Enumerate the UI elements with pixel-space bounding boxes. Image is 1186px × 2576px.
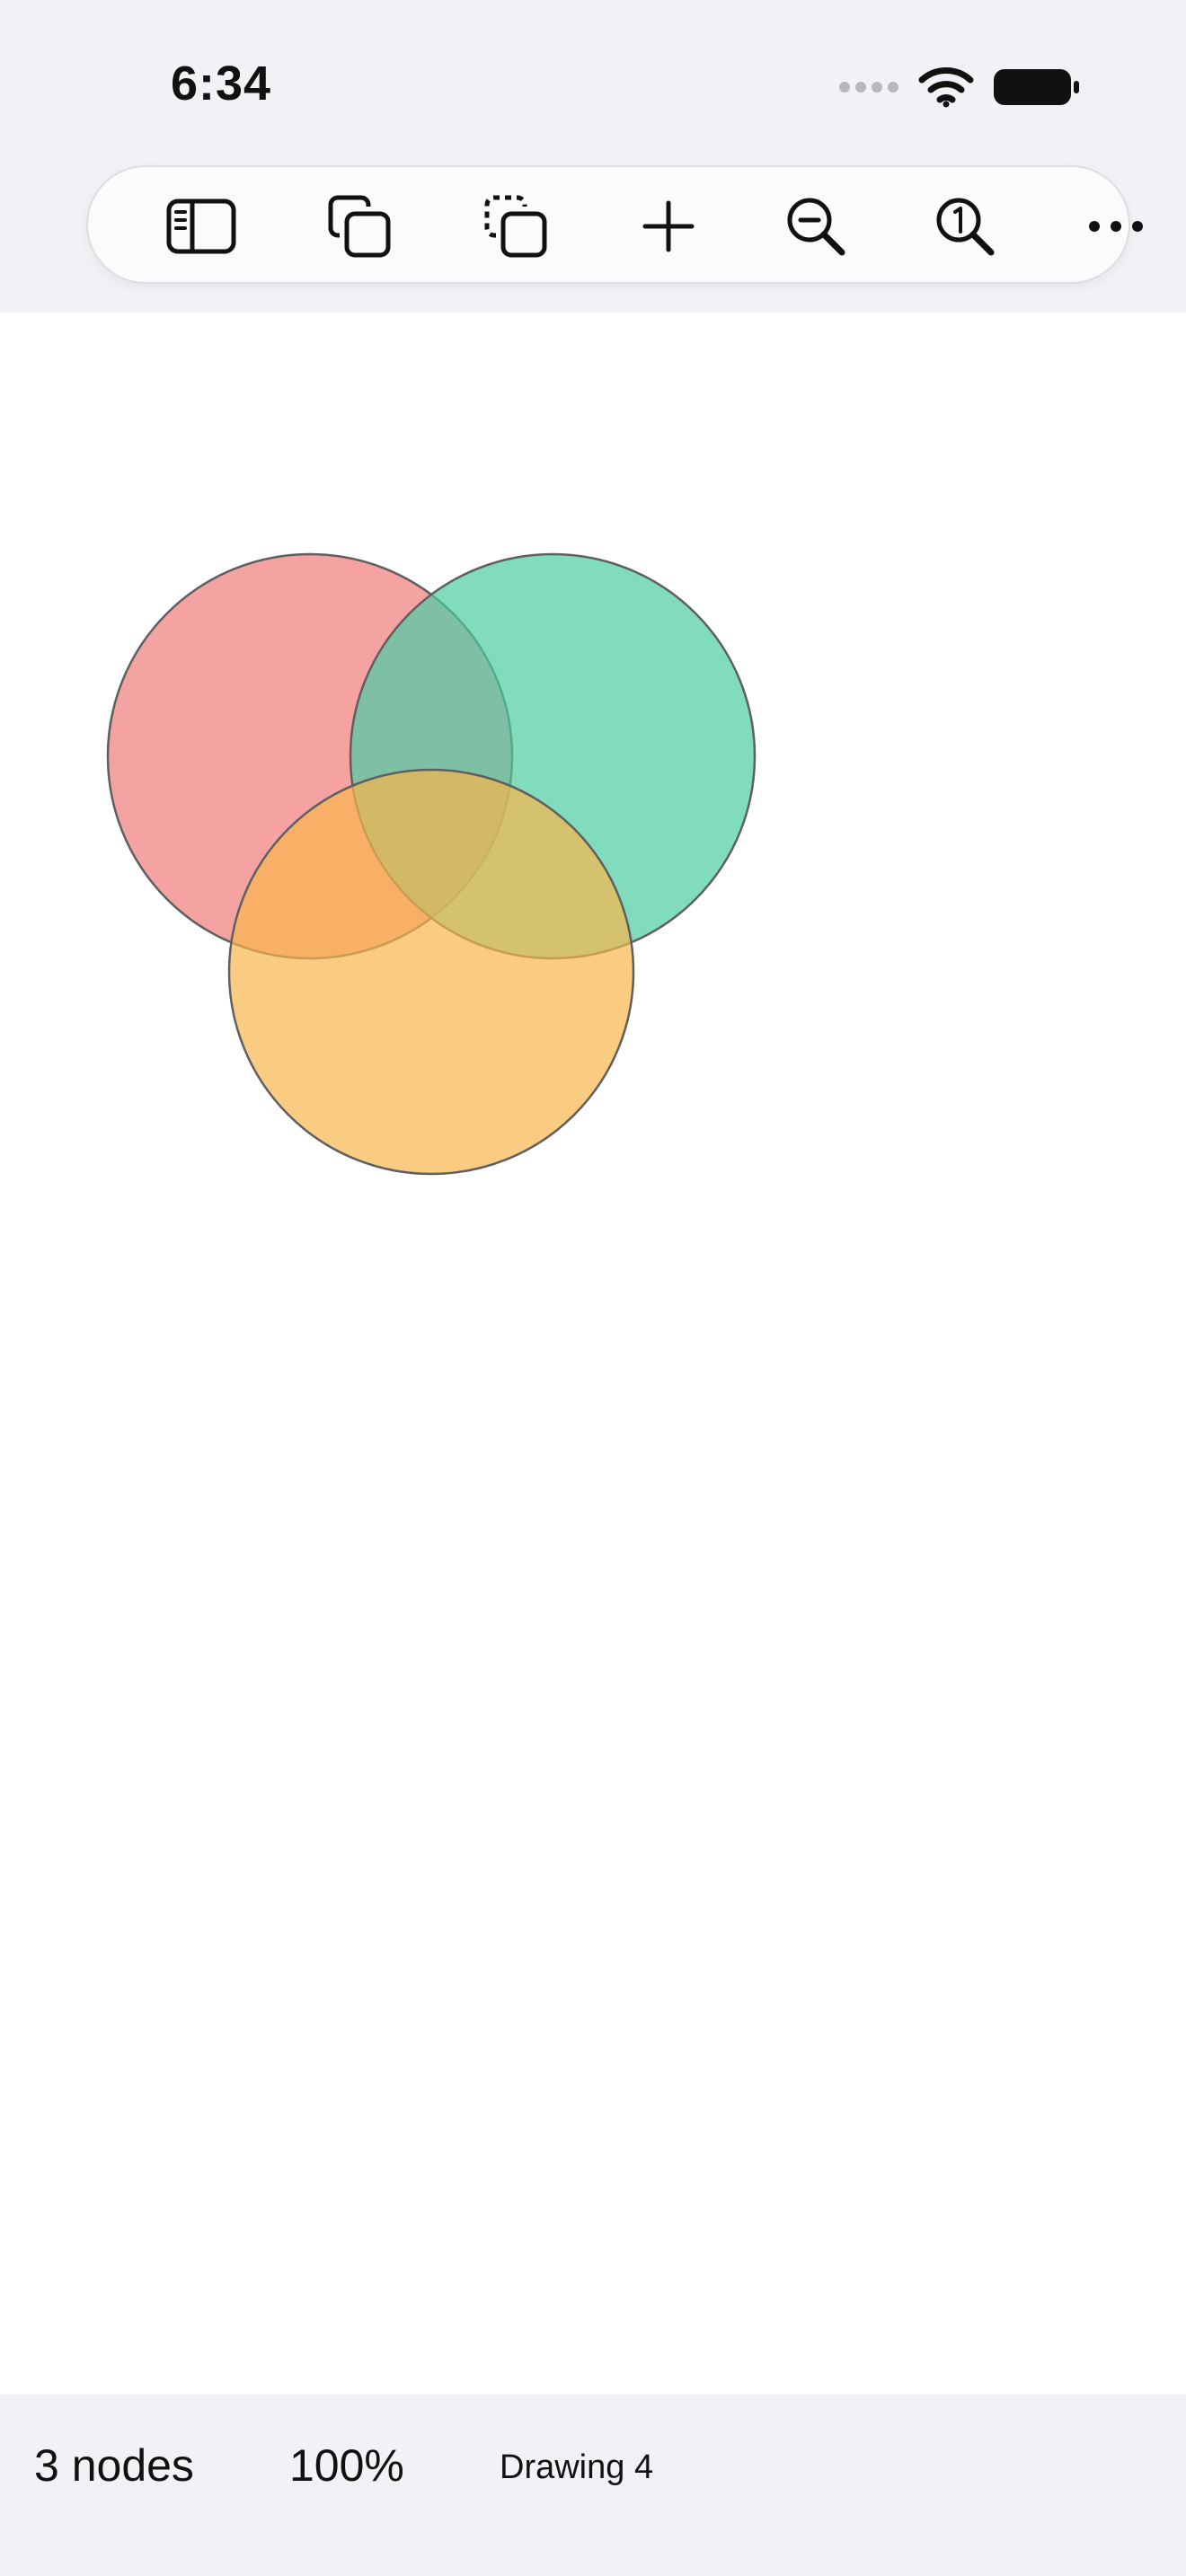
battery-icon — [994, 69, 1079, 105]
duplicate-selection-button[interactable] — [473, 183, 559, 269]
plus-icon — [642, 200, 695, 252]
sidebar-button[interactable] — [158, 183, 244, 269]
zoom-out-button[interactable] — [773, 183, 859, 269]
zoom-actual-icon — [936, 198, 995, 256]
zoom-out-icon — [787, 198, 845, 256]
drawing-canvas[interactable] — [0, 313, 1186, 2395]
duplicate-icon — [328, 195, 391, 258]
toolbar — [86, 165, 1143, 284]
sidebar-icon — [166, 198, 236, 254]
duplicate-dashed-icon — [484, 195, 547, 258]
top-chrome: 6:34 — [0, 0, 1186, 313]
actual-size-button[interactable] — [922, 183, 1008, 269]
zoom-level[interactable]: 100% — [289, 2439, 404, 2492]
status-icons — [839, 65, 1080, 110]
cellular-signal-icon — [839, 82, 898, 93]
node-count: 3 nodes — [34, 2440, 194, 2491]
duplicate-button[interactable] — [316, 183, 403, 269]
orange-circle[interactable] — [227, 768, 635, 1176]
more-icon — [1089, 221, 1143, 232]
add-button[interactable] — [625, 183, 712, 269]
status-time: 6:34 — [171, 57, 272, 110]
document-name[interactable]: Drawing 4 — [500, 2448, 653, 2487]
bottom-status-bar: 3 nodes 100% Drawing 4 — [0, 2395, 1186, 2576]
canvas-svg — [106, 552, 757, 1176]
wifi-icon — [918, 67, 974, 108]
more-button[interactable] — [1073, 183, 1159, 269]
